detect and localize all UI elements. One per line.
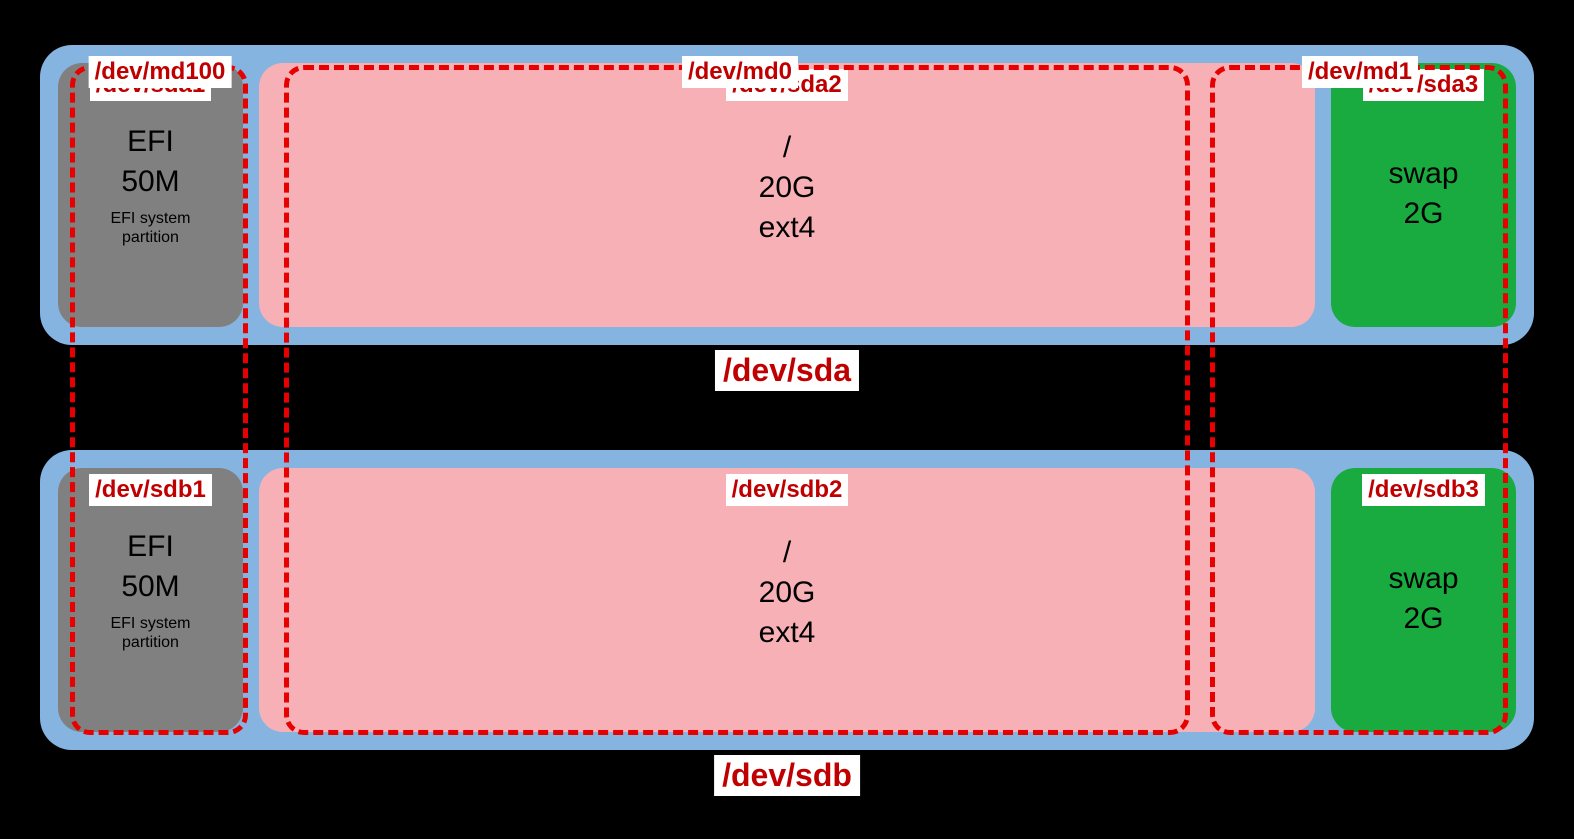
partition-sda2: /dev/sda2 / 20G ext4 (259, 63, 1315, 327)
partition-size: 50M (121, 570, 179, 604)
partition-mount: / (783, 131, 791, 165)
partition-device-label: /dev/sdb3 (1362, 474, 1485, 506)
partition-sdb3: /dev/sdb3 swap 2G (1331, 468, 1516, 732)
partition-sdb1: /dev/sdb1 EFI 50M EFI system partition (58, 468, 243, 732)
partition-sdb2: /dev/sdb2 / 20G ext4 (259, 468, 1315, 732)
partition-mount: swap (1388, 562, 1458, 596)
partition-mount: EFI (127, 125, 174, 159)
partition-mount: EFI (127, 530, 174, 564)
partition-size: 2G (1403, 197, 1443, 231)
disk-sdb: /dev/sdb1 EFI 50M EFI system partition /… (40, 450, 1534, 750)
disk-label-sdb: /dev/sdb (714, 755, 860, 796)
partition-sda1: /dev/sda1 EFI 50M EFI system partition (58, 63, 243, 327)
partition-info: EFI system partition (110, 614, 190, 652)
partition-info: EFI system partition (110, 209, 190, 247)
partition-fs: ext4 (759, 616, 816, 650)
partition-size: 20G (759, 576, 816, 610)
raid-md1-label: /dev/md1 (1302, 56, 1418, 88)
partition-sda3: /dev/sda3 swap 2G (1331, 63, 1516, 327)
partition-device-label: /dev/sdb2 (726, 474, 849, 506)
raid-md0-label: /dev/md0 (682, 56, 798, 88)
disk-sda: /dev/sda1 EFI 50M EFI system partition /… (40, 45, 1534, 345)
partition-size: 2G (1403, 602, 1443, 636)
raid-md100-label: /dev/md100 (89, 56, 232, 88)
partition-size: 20G (759, 171, 816, 205)
partition-fs: ext4 (759, 211, 816, 245)
partition-mount: / (783, 536, 791, 570)
partition-mount: swap (1388, 157, 1458, 191)
partition-device-label: /dev/sdb1 (89, 474, 212, 506)
partition-size: 50M (121, 165, 179, 199)
disk-label-sda: /dev/sda (715, 350, 859, 391)
